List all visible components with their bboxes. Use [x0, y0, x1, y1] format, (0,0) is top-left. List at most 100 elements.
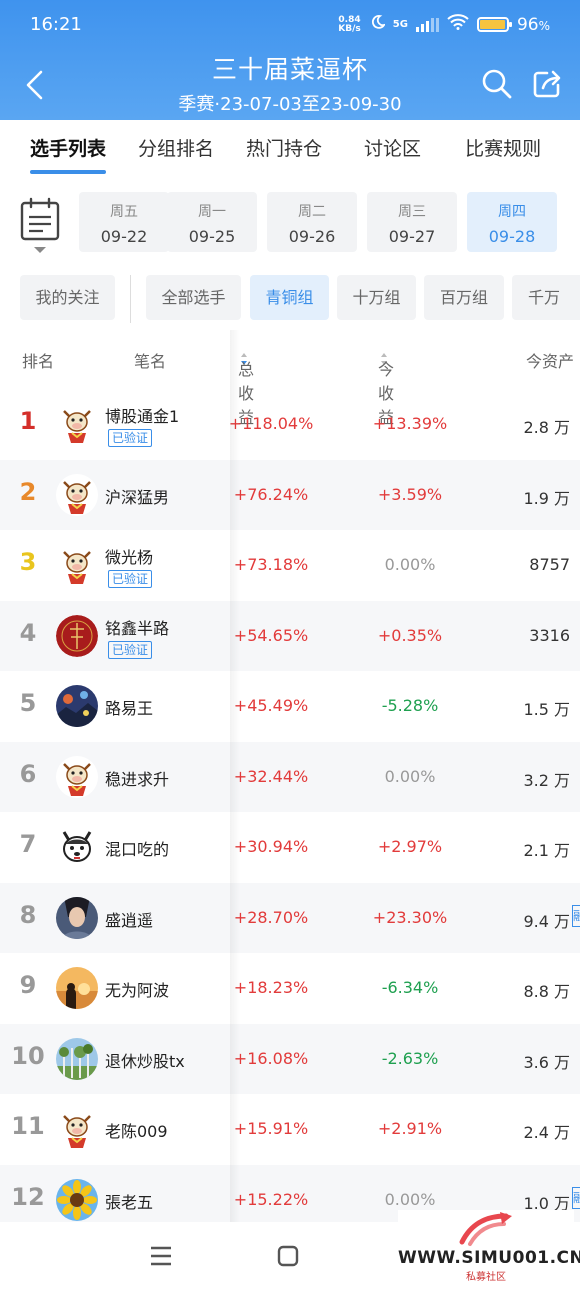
- col-today-return[interactable]: 今收益: [378, 348, 394, 427]
- player-row[interactable]: 5 路易王 +45.49% -5.28% 1.5 万: [0, 671, 580, 742]
- verified-badge: 已验证: [108, 429, 153, 447]
- filter-1m-group[interactable]: 百万组: [424, 275, 504, 320]
- date-chip[interactable]: 周一 09-25: [167, 192, 257, 252]
- date-chip[interactable]: 周二 09-26: [267, 192, 357, 252]
- date-chip[interactable]: 周五 09-22: [79, 192, 169, 252]
- today-return: 0.00%: [384, 1189, 436, 1209]
- player-name[interactable]: 微光杨: [105, 544, 153, 568]
- player-name[interactable]: 張老五: [105, 1189, 153, 1213]
- date-chip[interactable]: 周三 09-27: [367, 192, 457, 252]
- player-avatar[interactable]: [56, 685, 98, 727]
- player-avatar[interactable]: [56, 1178, 98, 1221]
- moon-icon: [369, 14, 386, 35]
- player-avatar[interactable]: [56, 473, 98, 516]
- player-name[interactable]: 沪深猛男: [105, 484, 169, 508]
- watermark-caption: 私募社区: [466, 1272, 506, 1283]
- rank-number: 9: [19, 971, 37, 999]
- today-return: +2.97%: [377, 837, 443, 856]
- total-return: +18.23%: [233, 978, 309, 997]
- rank-number: 5: [19, 689, 37, 717]
- back-arrow-icon[interactable]: [24, 70, 44, 100]
- battery-icon: [476, 17, 512, 32]
- group-filters: 我的关注 全部选手 青铜组 十万组 百万组 千万: [0, 275, 580, 323]
- player-row[interactable]: 10 退休炒股tx +16.08% -2.63% 3.6 万: [0, 1023, 580, 1094]
- player-avatar[interactable]: [56, 826, 98, 868]
- today-assets: 3.2 万: [523, 770, 570, 790]
- tab-discussion[interactable]: 讨论区: [364, 120, 421, 182]
- col-total-return[interactable]: 总收益: [238, 348, 254, 427]
- player-row[interactable]: 8 盛逍遥 +28.70% +23.30% 9.4 万融: [0, 882, 580, 953]
- player-name[interactable]: 老陈009: [105, 1118, 168, 1142]
- battery-level: 96%: [516, 14, 550, 35]
- player-name[interactable]: 稳进求升: [105, 766, 169, 790]
- player-row[interactable]: 2 沪深猛男 +76.24% +3.59% 1.9 万: [0, 459, 580, 530]
- table-header: 排名 笔名 总收益 今收益 今资产: [0, 340, 580, 427]
- header-titles: 三十届菜逼杯 季赛·23-07-03至23-09-30: [110, 50, 470, 116]
- total-return: +28.70%: [233, 907, 309, 927]
- tab-player-list[interactable]: 选手列表: [30, 120, 107, 182]
- player-name[interactable]: 路易王: [105, 695, 153, 719]
- rank-number: 10: [11, 1041, 45, 1070]
- tab-hot-holdings[interactable]: 热门持仓: [246, 120, 322, 182]
- share-icon[interactable]: [530, 67, 564, 101]
- watermark-logo-icon: [458, 1212, 514, 1252]
- player-avatar[interactable]: [56, 967, 98, 1009]
- player-name[interactable]: 博股通金1: [105, 403, 179, 427]
- filter-100k-group[interactable]: 十万组: [337, 275, 416, 320]
- filter-all-players[interactable]: 全部选手: [146, 275, 241, 320]
- today-return: +2.91%: [377, 1119, 443, 1138]
- total-return: +32.44%: [233, 766, 309, 786]
- player-avatar[interactable]: [56, 614, 98, 657]
- player-row[interactable]: 4 铭鑫半路 已验证 +54.65% +0.35% 3316: [0, 600, 580, 671]
- player-row[interactable]: 11 老陈009 +15.91% +2.91% 2.4 万: [0, 1094, 580, 1165]
- filter-my-follows[interactable]: 我的关注: [20, 275, 115, 320]
- date-chip-selected[interactable]: 周四 09-28: [467, 192, 557, 252]
- today-return: 0.00%: [384, 555, 436, 574]
- today-assets: 3316: [529, 625, 570, 645]
- verified-badge: 已验证: [108, 570, 153, 588]
- calendar-icon[interactable]: [20, 197, 60, 255]
- total-return: +15.22%: [233, 1189, 309, 1209]
- menu-icon[interactable]: [150, 1246, 172, 1270]
- player-name[interactable]: 铭鑫半路: [105, 615, 169, 639]
- today-assets: 3.6 万: [523, 1052, 570, 1072]
- filter-10m-group[interactable]: 千万: [512, 275, 580, 320]
- home-icon[interactable]: [277, 1245, 299, 1271]
- today-return: +0.35%: [377, 625, 443, 645]
- player-avatar[interactable]: [56, 1037, 98, 1080]
- total-return: +45.49%: [233, 696, 309, 715]
- tab-rules[interactable]: 比赛规则: [465, 120, 541, 182]
- player-row[interactable]: 9 无为阿波 +18.23% -6.34% 8.8 万: [0, 953, 580, 1024]
- player-name[interactable]: 盛逍遥: [105, 907, 153, 931]
- player-avatar[interactable]: [56, 1108, 98, 1150]
- rank-number: 2: [19, 477, 37, 506]
- player-avatar[interactable]: [56, 896, 98, 939]
- player-name[interactable]: 无为阿波: [105, 977, 169, 1001]
- today-assets: 2.8 万: [523, 418, 570, 437]
- player-row[interactable]: 7 混口吃的 +30.94% +2.97% 2.1 万: [0, 812, 580, 883]
- player-name[interactable]: 退休炒股tx: [105, 1048, 185, 1072]
- date-selector: 周五 09-22 周一 09-25 周二 09-26 周三 09-27 周四 09-28: [0, 192, 580, 254]
- wifi-icon: [447, 14, 469, 35]
- today-assets: 2.4 万: [523, 1123, 570, 1142]
- today-return: +13.39%: [372, 414, 448, 433]
- player-name[interactable]: 混口吃的: [105, 836, 169, 860]
- player-list: 1 博股通金1 已验证 +118.04% +13.39% 2.8 万 2 沪深猛男 +76.24…: [0, 389, 580, 1235]
- player-avatar[interactable]: [56, 544, 98, 586]
- filter-bronze-group[interactable]: 青铜组: [250, 275, 329, 320]
- today-assets: 2.1 万: [523, 841, 570, 860]
- status-bar: 16:21 0.84 KB/s 5G 96%: [30, 14, 550, 38]
- player-row[interactable]: 6 稳进求升 +32.44% 0.00% 3.2 万: [0, 741, 580, 812]
- today-return: -6.34%: [381, 978, 439, 997]
- today-assets: 1.9 万: [523, 488, 570, 508]
- app-header: 16:21 0.84 KB/s 5G 96% 三十届菜逼杯 季赛·23-07-0…: [0, 0, 580, 120]
- player-avatar[interactable]: [56, 755, 98, 798]
- rank-number: 4: [19, 618, 37, 647]
- tab-group-ranking[interactable]: 分组排名: [138, 120, 214, 182]
- player-row[interactable]: 1 博股通金1 已验证 +118.04% +13.39% 2.8 万: [0, 389, 580, 460]
- player-row[interactable]: 3 微光杨 已验证 +73.18% 0.00% 8757: [0, 530, 580, 601]
- player-avatar[interactable]: [56, 403, 98, 445]
- filter-divider: [130, 275, 131, 323]
- search-icon[interactable]: [480, 67, 514, 101]
- rank-number: 6: [19, 759, 37, 788]
